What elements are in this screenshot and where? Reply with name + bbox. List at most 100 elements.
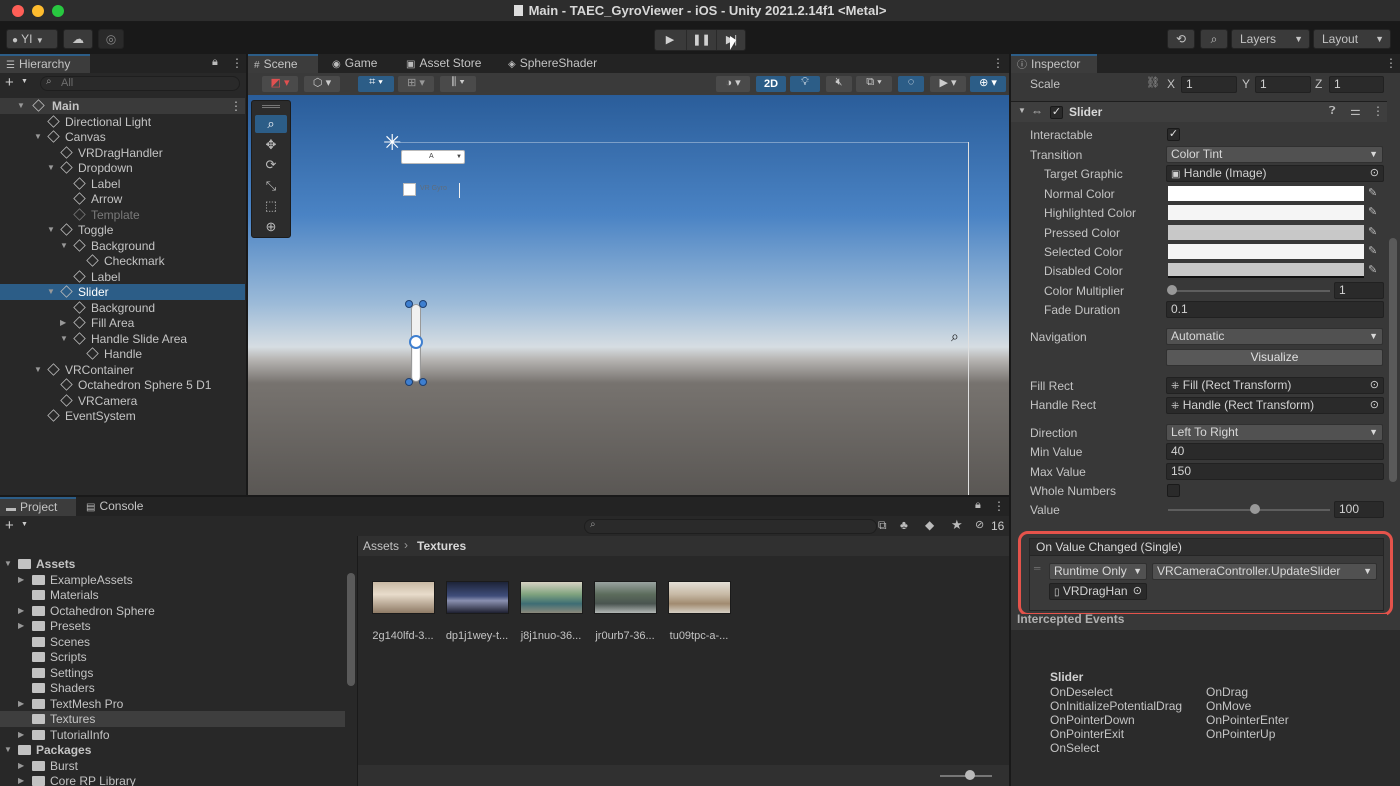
chevron-down-icon[interactable]: ▼ — [60, 331, 68, 347]
chevron-down-icon[interactable]: ▼ — [47, 284, 55, 300]
pressed-color-swatch[interactable] — [1168, 225, 1364, 240]
more-menu-icon[interactable]: ⋮ — [230, 98, 242, 114]
chevron-right-icon[interactable]: ▶ — [18, 618, 24, 634]
inspector-scrollbar[interactable] — [1389, 238, 1397, 482]
project-folder-item[interactable]: ▶ Core RP Library — [0, 773, 345, 786]
min-value-field[interactable]: 40 — [1166, 443, 1384, 460]
fill-rect-field[interactable]: ⁜ Fill (Rect Transform) ⊙ — [1166, 377, 1384, 394]
tab-asset-store[interactable]: ▣ Asset Store — [400, 54, 489, 73]
layers-dropdown[interactable]: Layers ▼ — [1231, 29, 1310, 49]
chevron-down-icon[interactable]: ▼ — [17, 98, 25, 114]
project-folder-item[interactable]: Scripts — [0, 649, 345, 665]
value-slider-handle[interactable] — [1250, 504, 1260, 514]
chevron-right-icon[interactable]: ▶ — [18, 603, 24, 619]
gizmos-button[interactable]: ⊕ ▾ — [970, 76, 1006, 92]
draw-mode-button[interactable]: ◩ ▾ — [262, 76, 298, 92]
fade-duration-field[interactable]: 0.1 — [1166, 301, 1384, 318]
grid-settings-button[interactable]: ⫼ ▾ — [440, 76, 476, 92]
hierarchy-item[interactable]: Arrow — [0, 191, 245, 207]
favorite-star-icon[interactable]: ★ — [951, 517, 963, 533]
lock-icon[interactable]: 🔒︎ — [975, 499, 981, 512]
hierarchy-item[interactable]: Directional Light — [0, 114, 245, 130]
account-dropdown[interactable]: ● YI ▼ — [6, 29, 58, 49]
rect-handle-bl[interactable] — [405, 378, 413, 386]
chevron-down-icon[interactable]: ▼ — [4, 556, 12, 572]
tab-inspector[interactable]: ⓘ Inspector — [1011, 54, 1097, 73]
light-gizmo-icon[interactable]: ✳ — [383, 130, 401, 156]
more-menu-icon[interactable]: ⋮ — [993, 499, 1005, 513]
hierarchy-item[interactable]: ▼ Main ⋮ — [0, 98, 245, 114]
eyedropper-icon[interactable]: ✎ — [1368, 205, 1382, 219]
chevron-right-icon[interactable]: ▶ — [60, 315, 66, 331]
selected-color-swatch[interactable] — [1168, 244, 1364, 259]
texture-thumbnail[interactable] — [520, 581, 583, 614]
panel-splitter-bottom[interactable] — [0, 495, 1009, 497]
audio-toggle-button[interactable]: 🔇︎ — [826, 76, 852, 92]
project-tree-scrollbar[interactable] — [347, 573, 355, 686]
project-folder-item[interactable]: ▶ Presets — [0, 618, 345, 634]
tab-sphere-shader[interactable]: ◈ SphereShader — [502, 54, 605, 73]
project-folder-item[interactable]: ▶ TutorialInfo — [0, 727, 345, 743]
grid-snap-button[interactable]: ⌗ ▾ — [358, 76, 394, 92]
project-folder-item[interactable]: Materials — [0, 587, 345, 603]
chevron-down-icon[interactable]: ▼ — [4, 742, 12, 758]
search-by-type-icon[interactable]: ⧉ — [878, 518, 887, 533]
whole-numbers-checkbox[interactable] — [1167, 484, 1180, 497]
thumbnail-size-handle[interactable] — [965, 770, 975, 780]
breadcrumb-assets[interactable]: Assets — [363, 539, 399, 553]
value-field[interactable]: 100 — [1334, 501, 1384, 518]
rotate-tool-button[interactable]: ⟳ — [255, 156, 287, 174]
hierarchy-item[interactable]: VRDragHandler — [0, 145, 245, 161]
hierarchy-item[interactable]: Checkmark — [0, 253, 245, 269]
shading-mode-button[interactable]: ⬡ ▾ — [304, 76, 340, 92]
hidden-packages-icon[interactable]: ⊘ — [975, 518, 984, 531]
project-folder-item[interactable]: ▶ Burst — [0, 758, 345, 774]
scale-z-field[interactable]: 1 — [1329, 76, 1384, 93]
texture-thumbnail[interactable] — [372, 581, 435, 614]
add-asset-button[interactable]: + — [5, 517, 14, 534]
add-object-button[interactable]: + — [5, 74, 14, 91]
snap-increment-button[interactable]: ⊞ ▾ — [398, 76, 434, 92]
scene-dropdown-widget[interactable]: A ▼ — [401, 150, 465, 164]
chevron-down-icon[interactable]: ▼ — [34, 362, 42, 378]
undo-history-button[interactable]: ⟲ — [1167, 29, 1195, 49]
project-folder-item[interactable]: Textures — [0, 711, 345, 727]
texture-thumbnail[interactable] — [446, 581, 509, 614]
scale-x-field[interactable]: 1 — [1181, 76, 1237, 93]
lock-icon[interactable]: 🔒︎ — [212, 56, 218, 69]
move-tool-button[interactable]: ✥ — [255, 136, 287, 154]
tab-project[interactable]: ▬ Project — [0, 497, 76, 516]
collab-button[interactable]: ◎ — [98, 29, 124, 49]
value-slider-track[interactable] — [1168, 509, 1330, 511]
hierarchy-item[interactable]: Octahedron Sphere 5 D1 — [0, 377, 245, 393]
project-folder-item[interactable]: ▶ ExampleAssets — [0, 572, 345, 588]
chevron-down-icon[interactable]: ▼ — [47, 222, 55, 238]
target-graphic-field[interactable]: ▣ Handle (Image) ⊙ — [1166, 165, 1384, 182]
chevron-right-icon[interactable]: ▶ — [18, 572, 24, 588]
hierarchy-item[interactable]: ▼ Slider — [0, 284, 245, 300]
chevron-down-icon[interactable]: ▼ — [34, 129, 42, 145]
hierarchy-item[interactable]: EventSystem — [0, 408, 245, 424]
hierarchy-item[interactable]: ▼ Toggle — [0, 222, 245, 238]
rect-handle-br[interactable] — [419, 378, 427, 386]
navigation-dropdown[interactable]: Automatic ▼ — [1166, 328, 1383, 345]
hierarchy-search-input[interactable]: ⌕ All — [40, 76, 240, 91]
scene-toggle-checkbox[interactable] — [403, 183, 416, 196]
object-picker-icon[interactable]: ⊙ — [1370, 398, 1379, 413]
interactable-checkbox[interactable]: ✓ — [1167, 128, 1180, 141]
more-menu-icon[interactable]: ⋮ — [992, 56, 1004, 70]
lighting-toggle-button[interactable]: 💡︎ — [790, 76, 820, 92]
eyedropper-icon[interactable]: ✎ — [1368, 186, 1382, 200]
project-folder-item[interactable]: ▶ Octahedron Sphere — [0, 603, 345, 619]
project-folder-item[interactable]: Scenes — [0, 634, 345, 650]
color-multiplier-handle[interactable] — [1167, 285, 1177, 295]
project-folder-item[interactable]: ▶ TextMesh Pro — [0, 696, 345, 712]
color-multiplier-field[interactable]: 1 — [1334, 282, 1384, 299]
project-folder-item[interactable]: ▼ Packages — [0, 742, 345, 758]
hierarchy-item[interactable]: ▼ Background — [0, 238, 245, 254]
direction-dropdown[interactable]: Left To Right ▼ — [1166, 424, 1383, 441]
hierarchy-item[interactable]: Label — [0, 176, 245, 192]
visualize-button[interactable]: Visualize — [1166, 349, 1383, 366]
object-picker-icon[interactable]: ⊙ — [1370, 378, 1379, 393]
camera-settings-button[interactable]: ▶ ▾ — [930, 76, 966, 92]
